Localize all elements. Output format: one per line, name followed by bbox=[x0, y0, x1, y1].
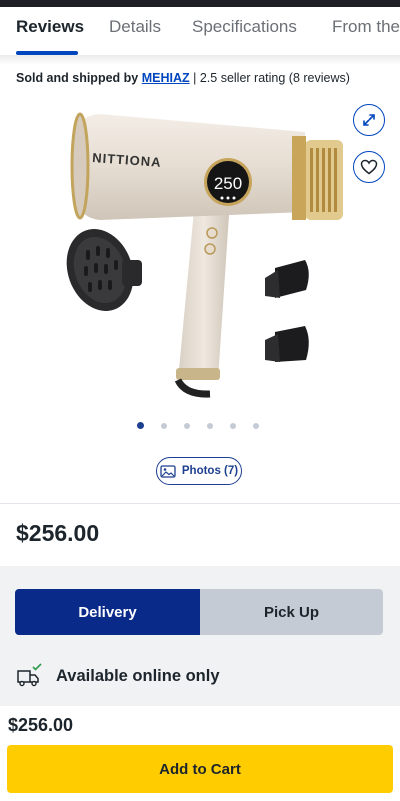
dryer-handle bbox=[174, 200, 230, 398]
seller-rating: | 2.5 seller rating (8 reviews) bbox=[193, 71, 350, 85]
delivery-option-button[interactable]: Delivery bbox=[15, 589, 200, 635]
availability-text: Available online only bbox=[56, 666, 220, 685]
product-image[interactable]: 250 NITTIONA bbox=[60, 100, 345, 400]
photos-button-label: Photos (7) bbox=[181, 465, 239, 477]
expand-icon bbox=[363, 114, 375, 126]
tab-bar-shadow bbox=[0, 55, 400, 65]
tab-bar: Reviews Details Specifications From the bbox=[0, 7, 400, 55]
seller-name-link[interactable]: MEHIAZ bbox=[142, 71, 190, 85]
heart-icon bbox=[360, 159, 378, 175]
product-price: $256.00 bbox=[16, 520, 100, 546]
tab-specifications[interactable]: Specifications bbox=[192, 17, 297, 37]
status-bar bbox=[0, 0, 400, 7]
seller-prefix: Sold and shipped by bbox=[16, 71, 139, 85]
diffuser-attachment bbox=[66, 229, 142, 311]
dryer-body: 250 NITTIONA bbox=[70, 112, 343, 220]
nozzle-attachments bbox=[265, 260, 309, 362]
tab-reviews[interactable]: Reviews bbox=[16, 17, 84, 37]
tab-details[interactable]: Details bbox=[109, 17, 161, 37]
image-icon bbox=[160, 464, 176, 478]
save-to-list-button[interactable] bbox=[353, 151, 385, 183]
carousel-dot[interactable] bbox=[230, 422, 236, 429]
carousel-dot[interactable] bbox=[137, 422, 144, 429]
photos-button[interactable]: Photos (7) bbox=[156, 457, 242, 485]
add-to-cart-button[interactable]: Add to Cart bbox=[7, 745, 393, 793]
availability-row: Available online only bbox=[16, 663, 220, 689]
carousel-dot[interactable] bbox=[161, 422, 167, 429]
cart-bar-price: $256.00 bbox=[8, 715, 74, 735]
tab-from-the-manufacturer[interactable]: From the bbox=[332, 17, 400, 37]
display-readout: 250 bbox=[214, 174, 242, 193]
expand-image-button[interactable] bbox=[353, 104, 385, 136]
divider bbox=[0, 503, 400, 504]
seller-info: Sold and shipped by MEHIAZ | 2.5 seller … bbox=[16, 71, 350, 85]
carousel-dot[interactable] bbox=[184, 422, 190, 429]
carousel-dot[interactable] bbox=[253, 422, 259, 429]
pickup-option-button[interactable]: Pick Up bbox=[200, 589, 383, 635]
image-carousel-dots bbox=[137, 422, 259, 429]
shipping-truck-icon bbox=[17, 663, 42, 687]
carousel-dot[interactable] bbox=[207, 422, 213, 429]
